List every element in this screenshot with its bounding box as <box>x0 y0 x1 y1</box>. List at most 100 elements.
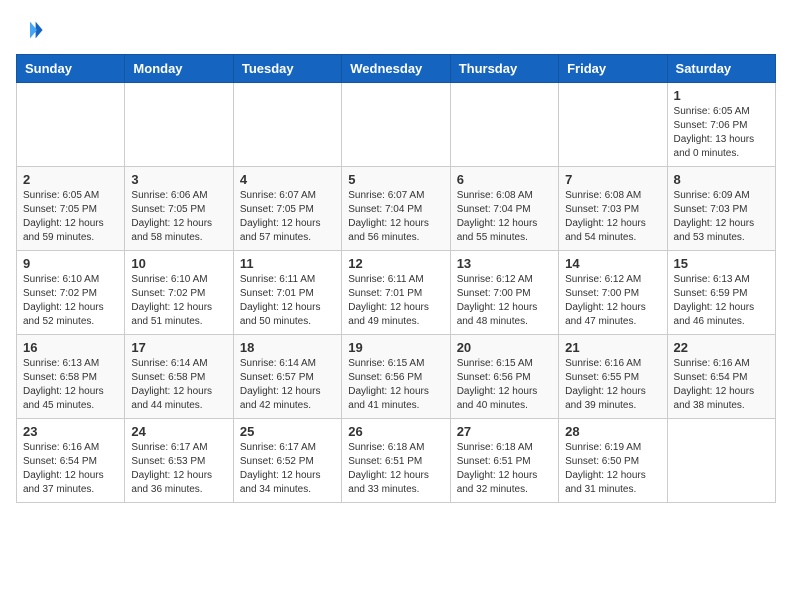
calendar-cell: 3 Sunrise: 6:06 AM Sunset: 7:05 PM Daylig… <box>125 167 233 251</box>
day-info: Sunrise: 6:13 AM Sunset: 6:58 PM Dayligh… <box>23 357 118 413</box>
calendar-cell: 26 Sunrise: 6:18 AM Sunset: 6:51 PM Dayli… <box>342 419 450 503</box>
day-number: 15 <box>674 256 769 271</box>
calendar-cell: 7 Sunrise: 6:08 AM Sunset: 7:03 PM Daylig… <box>559 167 667 251</box>
calendar-week-4: 16 Sunrise: 6:13 AM Sunset: 6:58 PM Dayli… <box>17 335 776 419</box>
day-number: 16 <box>23 340 118 355</box>
day-header-tuesday: Tuesday <box>233 55 341 83</box>
calendar-header-row: SundayMondayTuesdayWednesdayThursdayFrid… <box>17 55 776 83</box>
day-info: Sunrise: 6:16 AM Sunset: 6:55 PM Dayligh… <box>565 357 660 413</box>
day-number: 11 <box>240 256 335 271</box>
day-number: 21 <box>565 340 660 355</box>
day-number: 1 <box>674 88 769 103</box>
calendar-cell: 5 Sunrise: 6:07 AM Sunset: 7:04 PM Daylig… <box>342 167 450 251</box>
calendar-cell: 6 Sunrise: 6:08 AM Sunset: 7:04 PM Daylig… <box>450 167 558 251</box>
day-number: 3 <box>131 172 226 187</box>
day-number: 10 <box>131 256 226 271</box>
calendar-cell: 23 Sunrise: 6:16 AM Sunset: 6:54 PM Dayli… <box>17 419 125 503</box>
day-number: 7 <box>565 172 660 187</box>
day-info: Sunrise: 6:13 AM Sunset: 6:59 PM Dayligh… <box>674 273 769 329</box>
calendar-cell: 17 Sunrise: 6:14 AM Sunset: 6:58 PM Dayli… <box>125 335 233 419</box>
day-header-wednesday: Wednesday <box>342 55 450 83</box>
calendar-cell <box>559 83 667 167</box>
day-number: 4 <box>240 172 335 187</box>
day-info: Sunrise: 6:10 AM Sunset: 7:02 PM Dayligh… <box>23 273 118 329</box>
calendar-cell: 11 Sunrise: 6:11 AM Sunset: 7:01 PM Dayli… <box>233 251 341 335</box>
calendar-cell: 10Sunrise: 6:10 AM Sunset: 7:02 PM Dayli… <box>125 251 233 335</box>
calendar-cell: 25Sunrise: 6:17 AM Sunset: 6:52 PM Dayli… <box>233 419 341 503</box>
calendar-cell: 9 Sunrise: 6:10 AM Sunset: 7:02 PM Daylig… <box>17 251 125 335</box>
day-number: 13 <box>457 256 552 271</box>
day-header-monday: Monday <box>125 55 233 83</box>
day-number: 28 <box>565 424 660 439</box>
day-info: Sunrise: 6:18 AM Sunset: 6:51 PM Dayligh… <box>348 441 443 497</box>
day-number: 27 <box>457 424 552 439</box>
day-info: Sunrise: 6:07 AM Sunset: 7:04 PM Dayligh… <box>348 189 443 245</box>
day-number: 2 <box>23 172 118 187</box>
calendar-cell: 13 Sunrise: 6:12 AM Sunset: 7:00 PM Dayli… <box>450 251 558 335</box>
day-info: Sunrise: 6:06 AM Sunset: 7:05 PM Dayligh… <box>131 189 226 245</box>
logo-icon <box>16 16 44 44</box>
day-header-friday: Friday <box>559 55 667 83</box>
day-number: 18 <box>240 340 335 355</box>
calendar-cell <box>450 83 558 167</box>
day-number: 24 <box>131 424 226 439</box>
day-info: Sunrise: 6:08 AM Sunset: 7:03 PM Dayligh… <box>565 189 660 245</box>
day-info: Sunrise: 6:18 AM Sunset: 6:51 PM Dayligh… <box>457 441 552 497</box>
calendar-cell: 12 Sunrise: 6:11 AM Sunset: 7:01 PM Dayli… <box>342 251 450 335</box>
calendar-cell <box>17 83 125 167</box>
day-number: 9 <box>23 256 118 271</box>
calendar-week-2: 2 Sunrise: 6:05 AM Sunset: 7:05 PM Daylig… <box>17 167 776 251</box>
calendar-cell: 28 Sunrise: 6:19 AM Sunset: 6:50 PM Dayli… <box>559 419 667 503</box>
day-number: 8 <box>674 172 769 187</box>
day-info: Sunrise: 6:11 AM Sunset: 7:01 PM Dayligh… <box>348 273 443 329</box>
day-info: Sunrise: 6:19 AM Sunset: 6:50 PM Dayligh… <box>565 441 660 497</box>
day-info: Sunrise: 6:16 AM Sunset: 6:54 PM Dayligh… <box>674 357 769 413</box>
day-info: Sunrise: 6:05 AM Sunset: 7:06 PM Dayligh… <box>674 105 769 161</box>
day-header-thursday: Thursday <box>450 55 558 83</box>
calendar-cell: 27 Sunrise: 6:18 AM Sunset: 6:51 PM Dayli… <box>450 419 558 503</box>
day-info: Sunrise: 6:17 AM Sunset: 6:53 PM Dayligh… <box>131 441 226 497</box>
calendar-cell: 1 Sunrise: 6:05 AM Sunset: 7:06 PM Daylig… <box>667 83 775 167</box>
day-info: Sunrise: 6:15 AM Sunset: 6:56 PM Dayligh… <box>348 357 443 413</box>
day-info: Sunrise: 6:07 AM Sunset: 7:05 PM Dayligh… <box>240 189 335 245</box>
day-info: Sunrise: 6:05 AM Sunset: 7:05 PM Dayligh… <box>23 189 118 245</box>
calendar-cell <box>125 83 233 167</box>
calendar-cell: 16 Sunrise: 6:13 AM Sunset: 6:58 PM Dayli… <box>17 335 125 419</box>
calendar-cell: 8Sunrise: 6:09 AM Sunset: 7:03 PM Daylig… <box>667 167 775 251</box>
day-info: Sunrise: 6:12 AM Sunset: 7:00 PM Dayligh… <box>457 273 552 329</box>
day-number: 26 <box>348 424 443 439</box>
page-header <box>16 16 776 44</box>
calendar-cell: 15 Sunrise: 6:13 AM Sunset: 6:59 PM Dayli… <box>667 251 775 335</box>
calendar-cell <box>342 83 450 167</box>
day-info: Sunrise: 6:14 AM Sunset: 6:58 PM Dayligh… <box>131 357 226 413</box>
calendar-cell: 22Sunrise: 6:16 AM Sunset: 6:54 PM Dayli… <box>667 335 775 419</box>
day-number: 14 <box>565 256 660 271</box>
calendar-week-5: 23 Sunrise: 6:16 AM Sunset: 6:54 PM Dayli… <box>17 419 776 503</box>
day-info: Sunrise: 6:16 AM Sunset: 6:54 PM Dayligh… <box>23 441 118 497</box>
day-header-saturday: Saturday <box>667 55 775 83</box>
day-info: Sunrise: 6:14 AM Sunset: 6:57 PM Dayligh… <box>240 357 335 413</box>
logo <box>16 16 48 44</box>
day-number: 25 <box>240 424 335 439</box>
day-number: 12 <box>348 256 443 271</box>
calendar-table: SundayMondayTuesdayWednesdayThursdayFrid… <box>16 54 776 503</box>
day-number: 19 <box>348 340 443 355</box>
calendar-cell <box>233 83 341 167</box>
calendar-cell: 24 Sunrise: 6:17 AM Sunset: 6:53 PM Dayli… <box>125 419 233 503</box>
calendar-cell: 20 Sunrise: 6:15 AM Sunset: 6:56 PM Dayli… <box>450 335 558 419</box>
day-number: 5 <box>348 172 443 187</box>
day-header-sunday: Sunday <box>17 55 125 83</box>
calendar-cell: 14Sunrise: 6:12 AM Sunset: 7:00 PM Dayli… <box>559 251 667 335</box>
calendar-cell: 21 Sunrise: 6:16 AM Sunset: 6:55 PM Dayli… <box>559 335 667 419</box>
day-info: Sunrise: 6:11 AM Sunset: 7:01 PM Dayligh… <box>240 273 335 329</box>
day-info: Sunrise: 6:15 AM Sunset: 6:56 PM Dayligh… <box>457 357 552 413</box>
calendar-cell: 19 Sunrise: 6:15 AM Sunset: 6:56 PM Dayli… <box>342 335 450 419</box>
calendar-cell: 4 Sunrise: 6:07 AM Sunset: 7:05 PM Daylig… <box>233 167 341 251</box>
calendar-week-3: 9 Sunrise: 6:10 AM Sunset: 7:02 PM Daylig… <box>17 251 776 335</box>
day-number: 17 <box>131 340 226 355</box>
day-number: 20 <box>457 340 552 355</box>
calendar-week-1: 1 Sunrise: 6:05 AM Sunset: 7:06 PM Daylig… <box>17 83 776 167</box>
day-number: 6 <box>457 172 552 187</box>
day-info: Sunrise: 6:08 AM Sunset: 7:04 PM Dayligh… <box>457 189 552 245</box>
day-number: 23 <box>23 424 118 439</box>
